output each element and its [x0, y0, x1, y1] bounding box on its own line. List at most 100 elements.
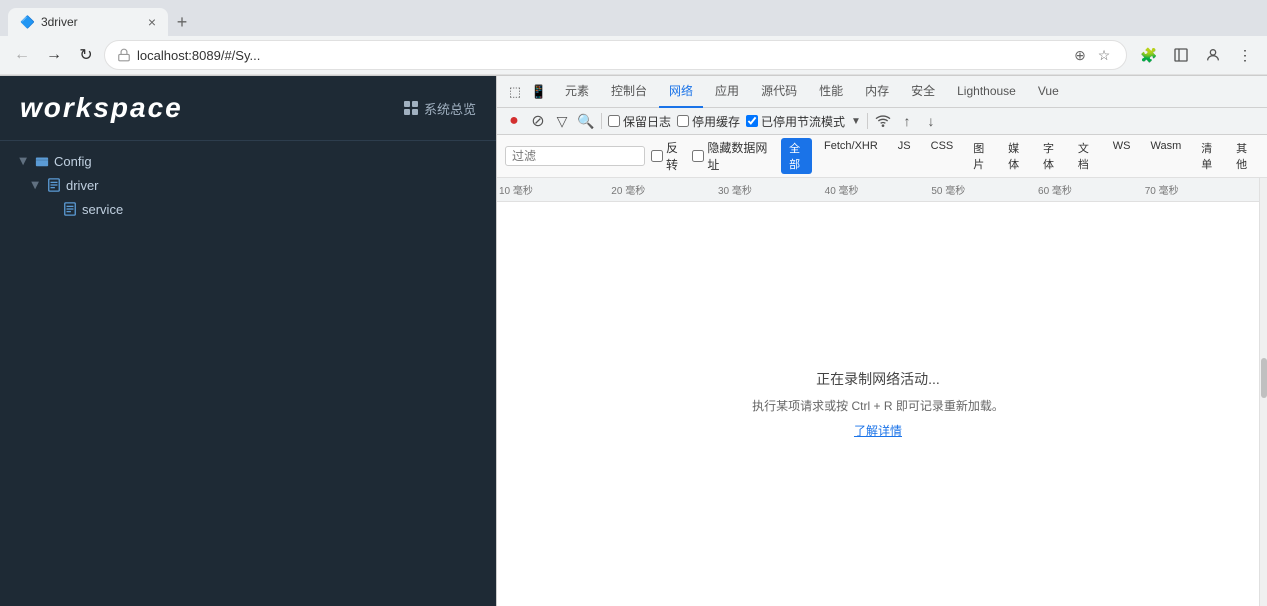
filter-tag-manifest[interactable]: 清单 — [1193, 138, 1224, 174]
filter-tag-fetch[interactable]: Fetch/XHR — [816, 138, 886, 174]
tab-elements[interactable]: 元素 — [555, 76, 599, 108]
tick-40ms: 40 毫秒 — [825, 182, 859, 197]
devtools-scrollbar[interactable] — [1259, 178, 1267, 606]
new-tab-button[interactable]: + — [168, 8, 196, 36]
network-area: 10 毫秒 20 毫秒 30 毫秒 40 毫秒 50 毫秒 60 毫秒 70 毫… — [497, 178, 1267, 606]
filter-input[interactable] — [505, 146, 645, 166]
filter-tag-css[interactable]: CSS — [923, 138, 962, 174]
app-logo: workspace — [20, 92, 183, 124]
tab-vue[interactable]: Vue — [1028, 76, 1069, 108]
filter-tag-other[interactable]: 其他 — [1228, 138, 1259, 174]
tab-security[interactable]: 安全 — [901, 76, 945, 108]
network-empty-title: 正在录制网络活动... — [816, 369, 940, 389]
driver-file-icon — [46, 177, 62, 193]
scrollbar-thumb[interactable] — [1261, 358, 1267, 398]
preserve-log-checkbox[interactable]: 保留日志 — [608, 113, 671, 130]
record-button[interactable]: ● — [505, 112, 523, 130]
filter-tag-all[interactable]: 全部 — [781, 138, 812, 174]
filter-toggle-button[interactable]: ▽ — [553, 112, 571, 130]
network-toolbar: ● ⊘ ▽ 🔍 保留日志 停用缓存 已停用节流模式 ▼ ↑ ↓ — [497, 108, 1267, 135]
grid-icon — [404, 101, 418, 115]
search-button[interactable]: 🔍 — [577, 112, 595, 130]
browser-chrome: 🔷 3driver × + ← → ↻ localhost:8089/#/Sy.… — [0, 0, 1267, 76]
tab-sources[interactable]: 源代码 — [751, 76, 807, 108]
browser-tab[interactable]: 🔷 3driver × — [8, 8, 168, 36]
file-tree: ▶ Config ▶ driver service — [0, 141, 496, 606]
disable-cache-checkbox[interactable]: 停用缓存 — [677, 113, 740, 130]
filter-tag-media[interactable]: 媒体 — [1000, 138, 1031, 174]
extensions-icon[interactable]: 🧩 — [1135, 41, 1163, 69]
menu-icon[interactable]: ⋮ — [1231, 41, 1259, 69]
tree-label-config: Config — [54, 154, 92, 169]
tree-arrow-driver: ▶ — [30, 178, 41, 192]
hide-data-url-checkbox[interactable]: 隐藏数据网址 — [692, 139, 771, 173]
service-file-icon — [62, 201, 78, 217]
tab-memory[interactable]: 内存 — [855, 76, 899, 108]
sidebar-toggle[interactable] — [1167, 41, 1195, 69]
network-learn-more-link[interactable]: 了解详情 — [854, 422, 902, 439]
cast-icon[interactable]: ⊕ — [1070, 45, 1090, 65]
tick-70ms: 70 毫秒 — [1145, 182, 1179, 197]
address-icons: ⊕ ☆ — [1070, 45, 1114, 65]
export-button[interactable]: ↓ — [922, 112, 940, 130]
hide-data-url-label: 隐藏数据网址 — [707, 139, 771, 173]
chrome-actions: 🧩 ⋮ — [1135, 41, 1259, 69]
devtools-panel: ⬚ 📱 元素 控制台 网络 应用 源代码 性能 内存 — [496, 76, 1267, 606]
filter-row: 反转 隐藏数据网址 全部 Fetch/XHR JS CSS 图片 媒体 字体 文… — [497, 135, 1267, 178]
tree-label-driver: driver — [66, 178, 99, 193]
address-bar[interactable]: localhost:8089/#/Sy... ⊕ ☆ — [104, 40, 1127, 70]
inspect-icon[interactable]: ⬚ — [505, 82, 525, 102]
user-icon[interactable] — [1199, 41, 1227, 69]
tick-50ms: 50 毫秒 — [931, 182, 965, 197]
back-button[interactable]: ← — [8, 41, 36, 69]
tree-item-driver[interactable]: ▶ driver — [0, 173, 496, 197]
filter-tag-ws[interactable]: WS — [1105, 138, 1139, 174]
tab-lighthouse[interactable]: Lighthouse — [947, 76, 1026, 108]
tree-item-service[interactable]: service — [0, 197, 496, 221]
tab-application[interactable]: 应用 — [705, 76, 749, 108]
tick-60ms: 60 毫秒 — [1038, 182, 1072, 197]
forward-button[interactable]: → — [40, 41, 68, 69]
toolbar-separator-1 — [601, 113, 602, 129]
tick-30ms: 30 毫秒 — [718, 182, 752, 197]
filter-tag-img[interactable]: 图片 — [965, 138, 996, 174]
filter-tag-doc[interactable]: 文档 — [1070, 138, 1101, 174]
wifi-icon[interactable] — [874, 112, 892, 130]
preserve-log-label: 保留日志 — [623, 113, 671, 130]
throttle-checkbox[interactable]: 已停用节流模式 — [746, 113, 845, 130]
network-empty-state: 正在录制网络活动... 执行某项请求或按 Ctrl + R 即可记录重新加载。 … — [497, 202, 1259, 606]
nav-bar: ← → ↻ localhost:8089/#/Sy... ⊕ ☆ 🧩 ⋮ — [0, 36, 1267, 75]
filter-tag-wasm[interactable]: Wasm — [1143, 138, 1190, 174]
overview-button[interactable]: 系统总览 — [404, 99, 476, 118]
tree-item-config[interactable]: ▶ Config — [0, 149, 496, 173]
invert-input[interactable] — [651, 150, 663, 162]
tab-performance[interactable]: 性能 — [809, 76, 853, 108]
throttle-input[interactable] — [746, 115, 758, 127]
reload-button[interactable]: ↻ — [72, 41, 100, 69]
filter-tag-js[interactable]: JS — [890, 138, 919, 174]
app-sidebar: workspace 系统总览 ▶ Config ▶ — [0, 76, 496, 606]
tree-arrow-config: ▶ — [18, 154, 29, 168]
tab-favicon: 🔷 — [20, 15, 35, 29]
throttle-dropdown[interactable]: ▼ — [851, 116, 861, 127]
device-icon[interactable]: 📱 — [529, 82, 549, 102]
app-header: workspace 系统总览 — [0, 76, 496, 141]
disable-cache-label: 停用缓存 — [692, 113, 740, 130]
bookmark-icon[interactable]: ☆ — [1094, 45, 1114, 65]
invert-checkbox[interactable]: 反转 — [651, 139, 686, 173]
tick-20ms: 20 毫秒 — [611, 182, 645, 197]
devtools-tabs: ⬚ 📱 元素 控制台 网络 应用 源代码 性能 内存 — [497, 76, 1267, 108]
invert-label: 反转 — [666, 139, 686, 173]
tab-close-button[interactable]: × — [148, 14, 156, 30]
toolbar-separator-2 — [867, 113, 868, 129]
disable-cache-input[interactable] — [677, 115, 689, 127]
stop-button[interactable]: ⊘ — [529, 112, 547, 130]
filter-tag-font[interactable]: 字体 — [1035, 138, 1066, 174]
filter-tags: 全部 Fetch/XHR JS CSS 图片 媒体 字体 文档 WS Wasm … — [781, 138, 1259, 174]
tab-console[interactable]: 控制台 — [601, 76, 657, 108]
tab-network[interactable]: 网络 — [659, 76, 703, 108]
hide-data-url-input[interactable] — [692, 150, 704, 162]
import-button[interactable]: ↑ — [898, 112, 916, 130]
tree-label-service: service — [82, 202, 123, 217]
preserve-log-input[interactable] — [608, 115, 620, 127]
